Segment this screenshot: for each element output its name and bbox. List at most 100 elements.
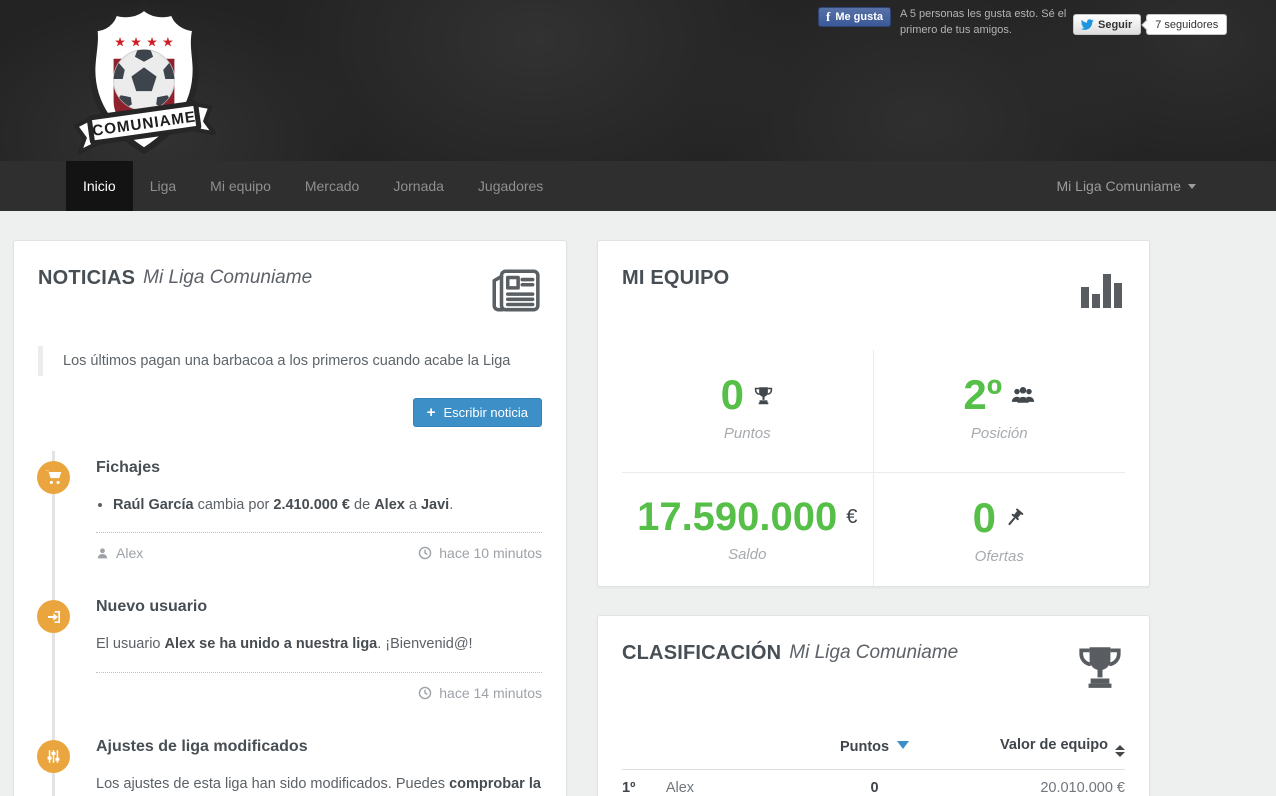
timeline-item-fichajes: Fichajes Raúl García cambia por 2.410.00… bbox=[38, 459, 542, 561]
nav-item-jugadores[interactable]: Jugadores bbox=[461, 161, 560, 211]
event-body: Los ajustes de esta liga han sido modifi… bbox=[96, 773, 542, 796]
write-news-label: Escribir noticia bbox=[443, 405, 528, 420]
noticias-card: NOTICIAS Mi Liga Comuniame Los últimos p… bbox=[13, 240, 567, 796]
buyer-name: Javi bbox=[421, 497, 449, 513]
event-text: . bbox=[449, 497, 453, 513]
puntos-header-label: Puntos bbox=[840, 739, 889, 755]
puntos-column-header[interactable]: Puntos bbox=[812, 737, 937, 770]
clock-icon bbox=[418, 686, 432, 700]
gavel-icon bbox=[1005, 508, 1026, 529]
club-crest-icon: ★ ★ ★ ★ COMUNIAME bbox=[64, 3, 224, 155]
comuniame-logo[interactable]: ★ ★ ★ ★ COMUNIAME bbox=[64, 3, 224, 160]
trophy-icon bbox=[1075, 642, 1125, 697]
shopping-cart-icon bbox=[37, 461, 70, 494]
crest-stars: ★ ★ ★ ★ bbox=[114, 36, 174, 51]
event-text: . ¡Bienvenid@! bbox=[377, 636, 472, 652]
posicion-label: Posición bbox=[874, 425, 1126, 442]
clasificacion-card: CLASIFICACIÓN Mi Liga Comuniame bbox=[597, 615, 1150, 796]
nav-label: Mi equipo bbox=[210, 178, 271, 194]
euro-sign: € bbox=[846, 506, 857, 529]
ofertas-label: Ofertas bbox=[874, 548, 1126, 565]
event-time: hace 14 minutos bbox=[418, 685, 542, 701]
bar-chart-icon bbox=[1079, 267, 1125, 314]
name-column-header bbox=[666, 737, 812, 770]
saldo-label: Saldo bbox=[622, 546, 873, 563]
saldo-value: 17.590.000 bbox=[637, 497, 837, 537]
facebook-text-line1: A 5 personas les gusta esto. Sé el bbox=[900, 8, 1066, 20]
facebook-text-line2: primero de tus amigos. bbox=[900, 24, 1012, 36]
event-meta: Alex hace 10 minutos bbox=[96, 533, 542, 561]
sign-in-icon bbox=[37, 600, 70, 633]
standings-table: Puntos Valor de equipo 1º Alex 0 20.010.… bbox=[622, 737, 1125, 796]
event-text: a bbox=[405, 497, 421, 513]
event-body: El usuario Alex se ha unido a nuestra li… bbox=[96, 633, 542, 655]
facebook-like-widget: f Me gusta A 5 personas les gusta esto. … bbox=[818, 7, 1066, 39]
plus-icon: + bbox=[427, 405, 436, 420]
page-content: NOTICIAS Mi Liga Comuniame Los últimos p… bbox=[0, 211, 1276, 796]
league-selector-label: Mi Liga Comuniame bbox=[1057, 178, 1182, 194]
stat-saldo: 17.590.000 € Saldo bbox=[622, 473, 874, 587]
facebook-icon: f bbox=[826, 9, 830, 25]
nav-label: Jornada bbox=[393, 178, 444, 194]
left-column: NOTICIAS Mi Liga Comuniame Los últimos p… bbox=[13, 240, 567, 796]
trophy-icon bbox=[753, 385, 774, 406]
timeline-item-ajustes: Ajustes de liga modificados Los ajustes … bbox=[38, 738, 542, 796]
nav-item-jornada[interactable]: Jornada bbox=[376, 161, 461, 211]
ofertas-value: 0 bbox=[973, 497, 996, 539]
nav-item-mi-equipo[interactable]: Mi equipo bbox=[193, 161, 288, 211]
clock-icon bbox=[418, 546, 432, 560]
sliders-icon bbox=[37, 740, 70, 773]
clasificacion-header: CLASIFICACIÓN Mi Liga Comuniame bbox=[622, 642, 1125, 697]
mi-equipo-title: MI EQUIPO bbox=[622, 267, 729, 290]
manager-name-cell: Alex bbox=[666, 770, 812, 796]
puntos-value: 0 bbox=[721, 374, 744, 416]
right-column: MI EQUIPO 0 bbox=[597, 240, 1150, 796]
write-news-button[interactable]: + Escribir noticia bbox=[413, 398, 542, 427]
stat-ofertas: 0 Ofertas bbox=[874, 473, 1126, 587]
nav-label: Jugadores bbox=[478, 178, 543, 194]
clasificacion-title: CLASIFICACIÓN bbox=[622, 642, 781, 665]
mi-equipo-card: MI EQUIPO 0 bbox=[597, 240, 1150, 587]
player-name: Raúl García bbox=[113, 497, 194, 513]
nav-label: Mercado bbox=[305, 178, 359, 194]
twitter-followers-label: 7 seguidores bbox=[1155, 19, 1218, 31]
event-author: Alex bbox=[96, 545, 143, 561]
clasificacion-subtitle: Mi Liga Comuniame bbox=[789, 642, 958, 664]
nav-label: Inicio bbox=[83, 178, 116, 194]
facebook-like-button[interactable]: f Me gusta bbox=[818, 7, 891, 27]
event-title: Fichajes bbox=[96, 459, 542, 477]
event-text: El usuario bbox=[96, 636, 165, 652]
sort-toggle-icon bbox=[1115, 745, 1125, 757]
nav-item-mercado[interactable]: Mercado bbox=[288, 161, 376, 211]
nav-item-inicio[interactable]: Inicio bbox=[66, 161, 133, 211]
event-body: Raúl García cambia por 2.410.000 € de Al… bbox=[96, 494, 542, 516]
transfer-amount: 2.410.000 € bbox=[273, 497, 350, 513]
main-navigation: Inicio Liga Mi equipo Mercado Jornada Ju… bbox=[0, 161, 1276, 211]
twitter-followers-badge[interactable]: 7 seguidores bbox=[1146, 14, 1227, 35]
posicion-value: 2º bbox=[963, 374, 1002, 416]
twitter-follow-button[interactable]: Seguir bbox=[1073, 14, 1141, 35]
event-time: hace 10 minutos bbox=[418, 545, 542, 561]
timeline-item-nuevo-usuario: Nuevo usuario El usuario Alex se ha unid… bbox=[38, 598, 542, 700]
twitter-bird-icon bbox=[1080, 19, 1094, 31]
puntos-label: Puntos bbox=[622, 425, 873, 442]
author-name: Alex bbox=[116, 545, 143, 561]
standings-header-row: Puntos Valor de equipo bbox=[622, 737, 1125, 770]
chevron-down-icon bbox=[1188, 184, 1196, 189]
mi-equipo-header: MI EQUIPO bbox=[622, 267, 1125, 314]
event-text: de bbox=[350, 497, 374, 513]
event-title: Nuevo usuario bbox=[96, 598, 542, 616]
rank-column-header bbox=[622, 737, 666, 770]
noticias-title: NOTICIAS bbox=[38, 267, 135, 290]
twitter-follow-label: Seguir bbox=[1098, 19, 1132, 31]
site-header: ★ ★ ★ ★ COMUNIAME f Me gusta bbox=[0, 0, 1276, 161]
noticias-subtitle: Mi Liga Comuniame bbox=[143, 267, 312, 289]
news-quote: Los últimos pagan una barbacoa a los pri… bbox=[38, 346, 542, 376]
league-selector-dropdown[interactable]: Mi Liga Comuniame bbox=[1057, 161, 1197, 211]
time-ago: hace 14 minutos bbox=[439, 685, 542, 701]
nav-item-liga[interactable]: Liga bbox=[133, 161, 193, 211]
activity-timeline: Fichajes Raúl García cambia por 2.410.00… bbox=[38, 459, 542, 796]
time-ago: hace 10 minutos bbox=[439, 545, 542, 561]
valor-column-header[interactable]: Valor de equipo bbox=[937, 737, 1125, 770]
user-icon bbox=[96, 547, 109, 560]
